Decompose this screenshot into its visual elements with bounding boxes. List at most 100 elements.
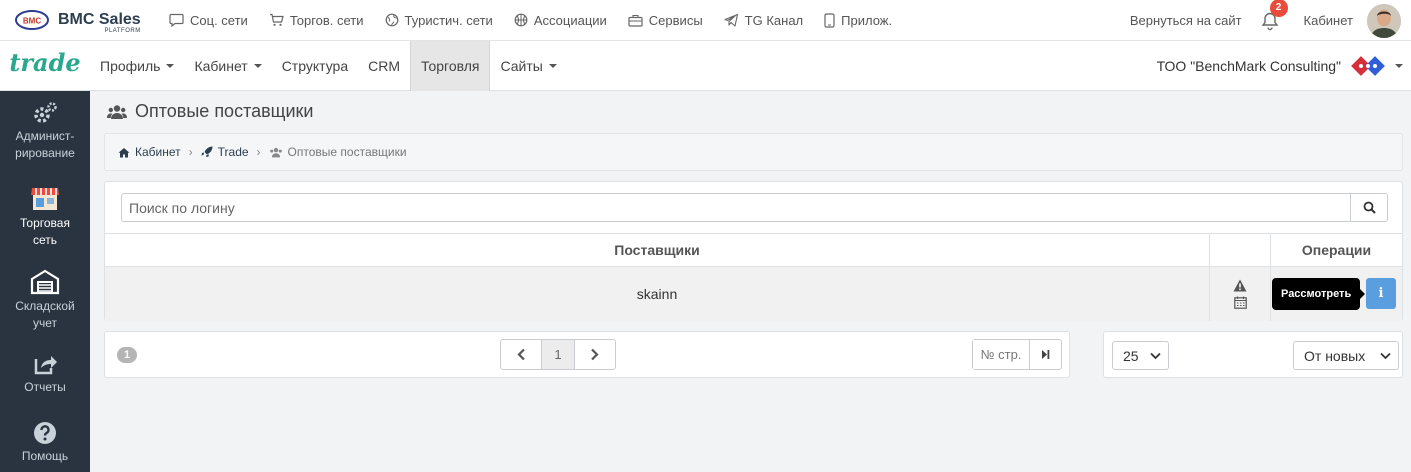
notifications-button[interactable]: 2 (1260, 0, 1288, 31)
trade-logo[interactable]: trade (0, 48, 90, 77)
top-links: Соц. сети Торгов. сети Туристич. сети Ас… (169, 13, 913, 28)
share-icon (34, 356, 57, 375)
nav-profile[interactable]: Профиль (90, 41, 184, 91)
nav-structure[interactable]: Структура (272, 41, 358, 91)
nav-label: Кабинет (194, 57, 248, 74)
chevron-down-icon (1380, 352, 1391, 360)
search-icon (1363, 201, 1376, 214)
step-forward-icon (1042, 350, 1050, 359)
warehouse-icon (30, 269, 60, 295)
sidebar-item-trade-network[interactable]: Торговая сеть (0, 184, 90, 249)
breadcrumb-home[interactable]: Кабинет (118, 145, 181, 159)
store-icon (31, 188, 59, 210)
sidebar-item-label: Админист- рирование (15, 129, 75, 160)
home-icon (118, 147, 130, 157)
cart-icon (269, 13, 284, 26)
pagination: 1 (500, 339, 616, 370)
page-title: Оптовые поставщики (107, 101, 313, 122)
basketball-icon (514, 13, 528, 27)
column-header-suppliers[interactable]: Поставщики (105, 234, 1209, 266)
sidebar-item-label: Складской учет (15, 299, 75, 330)
rocket-icon (201, 146, 213, 157)
brand-name: BMC Sales (58, 11, 141, 28)
breadcrumb: Кабинет › Trade › Оптовые поставщики (104, 133, 1403, 171)
caret-down-icon (548, 63, 557, 68)
top-bar: BMC BMC Sales PLATFORM Соц. сети Торгов.… (0, 0, 1411, 41)
goto-page-input[interactable] (973, 340, 1030, 369)
avatar[interactable] (1367, 3, 1401, 38)
sidebar-item-label: Помощь (21, 449, 69, 463)
phone-icon (824, 12, 835, 28)
nav-label: Структура (281, 57, 349, 74)
view-details-button[interactable]: i (1366, 278, 1396, 309)
breadcrumb-label: Кабинет (135, 145, 181, 159)
table-header: Поставщики Операции (105, 233, 1402, 267)
nav-sites[interactable]: Сайты (490, 41, 566, 91)
top-link-trade[interactable]: Торгов. сети (269, 13, 364, 28)
search-input[interactable] (121, 193, 1351, 222)
top-link-social[interactable]: Соц. сети (169, 13, 248, 28)
top-link-label: Туристич. сети (404, 12, 493, 28)
brand[interactable]: BMC BMC Sales PLATFORM (14, 9, 169, 34)
sidebar-item-admin[interactable]: Админист- рирование (0, 101, 90, 162)
page-number-button[interactable]: 1 (541, 340, 575, 369)
chevron-down-icon (1150, 352, 1161, 360)
nav-crm[interactable]: CRM (358, 41, 410, 91)
caret-down-icon (166, 63, 175, 68)
top-link-label: Ассоциации (533, 12, 607, 28)
telegram-icon (724, 13, 738, 27)
calendar-icon (1233, 296, 1247, 309)
status-cell (1210, 267, 1270, 321)
supplier-login: skainn (636, 286, 678, 302)
suppliers-panel: Поставщики Операции skainn Рассмотреть i (104, 181, 1403, 321)
per-page-select[interactable]: 25 (1112, 341, 1169, 370)
nav-label: Профиль (100, 57, 161, 74)
breadcrumb-separator-icon: › (256, 145, 261, 159)
cabinet-link[interactable]: Кабинет (1304, 13, 1353, 28)
goto-page-button[interactable] (1030, 340, 1061, 369)
page-title-text: Оптовые поставщики (135, 101, 314, 121)
main-navbar: trade Профиль Кабинет Структура CRM Торг… (0, 40, 1411, 91)
chat-icon (169, 13, 184, 27)
bmc-logo-icon: BMC (15, 10, 49, 30)
sort-select[interactable]: От новых (1293, 341, 1399, 370)
sidebar-item-reports[interactable]: Отчеты (0, 352, 90, 396)
chevron-left-icon (517, 348, 525, 361)
search-button[interactable] (1350, 193, 1388, 222)
list-options-panel: 25 От новых (1103, 331, 1403, 378)
breadcrumb-label: Оптовые поставщики (287, 145, 407, 159)
nav-label: Торговля (421, 57, 480, 74)
goto-page (972, 339, 1062, 370)
top-link-services[interactable]: Сервисы (628, 13, 703, 28)
breadcrumb-trade[interactable]: Trade (201, 145, 249, 159)
nav-trade[interactable]: Торговля (410, 40, 491, 91)
top-link-label: Торгов. сети (289, 12, 364, 28)
notifications-badge: 2 (1269, 0, 1288, 17)
top-link-telegram[interactable]: TG Канал (724, 13, 803, 28)
top-link-tourism[interactable]: Туристич. сети (385, 13, 493, 28)
globe-icon (385, 13, 398, 27)
top-link-label: TG Канал (744, 12, 804, 28)
back-to-site-link[interactable]: Вернуться на сайт (1130, 13, 1242, 28)
nav-label: Сайты (500, 57, 543, 74)
users-icon (107, 104, 127, 119)
column-header-operations: Операции (1301, 242, 1372, 258)
company-name[interactable]: ТОО "BenchMark Consulting" (1157, 41, 1341, 91)
prev-page-button[interactable] (501, 340, 541, 369)
top-link-label: Соц. сети (190, 12, 248, 28)
svg-text:BMC: BMC (23, 17, 41, 26)
top-link-apps[interactable]: Прилож. (824, 13, 892, 28)
top-link-associations[interactable]: Ассоциации (514, 13, 607, 28)
nav-label: CRM (368, 57, 400, 74)
sidebar-item-warehouse[interactable]: Складской учет (0, 269, 90, 332)
sidebar-item-help[interactable]: Помощь (0, 421, 90, 465)
caret-down-icon[interactable] (1395, 64, 1403, 68)
breadcrumb-separator-icon: › (188, 145, 193, 159)
breadcrumb-current: Оптовые поставщики (269, 145, 407, 159)
sort-value: От новых (1304, 347, 1366, 364)
company-logo-icon[interactable] (1348, 55, 1388, 77)
caret-down-icon (253, 63, 262, 68)
next-page-button[interactable] (575, 340, 615, 369)
nav-cabinet[interactable]: Кабинет (184, 41, 271, 91)
column-header-status (1210, 234, 1270, 266)
